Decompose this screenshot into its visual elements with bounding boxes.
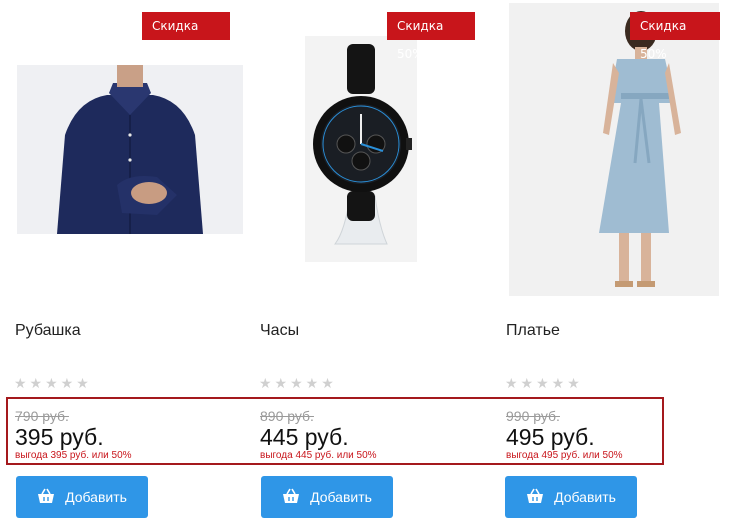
product-title[interactable]: Часы [260,322,299,340]
dress-photo [509,3,719,296]
add-to-cart-button[interactable]: Добавить [505,476,637,518]
add-to-cart-button[interactable]: Добавить [16,476,148,518]
add-button-label: Добавить [65,489,127,505]
rating-stars[interactable]: ★★★★★ [259,375,337,392]
rating-stars[interactable]: ★★★★★ [14,375,92,392]
discount-badge: Скидка 50% [142,12,230,61]
basket-icon [37,488,55,507]
discount-badge: Скидка 50% [630,12,720,61]
product-title[interactable]: Рубашка [15,322,81,340]
add-button-label: Добавить [554,489,616,505]
product-image-shirt[interactable] [17,65,243,234]
price-highlight-box [6,397,664,465]
add-button-label: Добавить [310,489,372,505]
product-image-watch[interactable] [305,36,417,262]
product-title[interactable]: Платье [506,322,560,340]
rating-stars[interactable]: ★★★★★ [505,375,583,392]
basket-icon [526,488,544,507]
product-image-dress[interactable] [509,3,719,296]
discount-badge: Скидка 50% [387,12,475,61]
watch-photo [305,36,417,262]
shirt-photo [17,65,243,234]
basket-icon [282,488,300,507]
add-to-cart-button[interactable]: Добавить [261,476,393,518]
